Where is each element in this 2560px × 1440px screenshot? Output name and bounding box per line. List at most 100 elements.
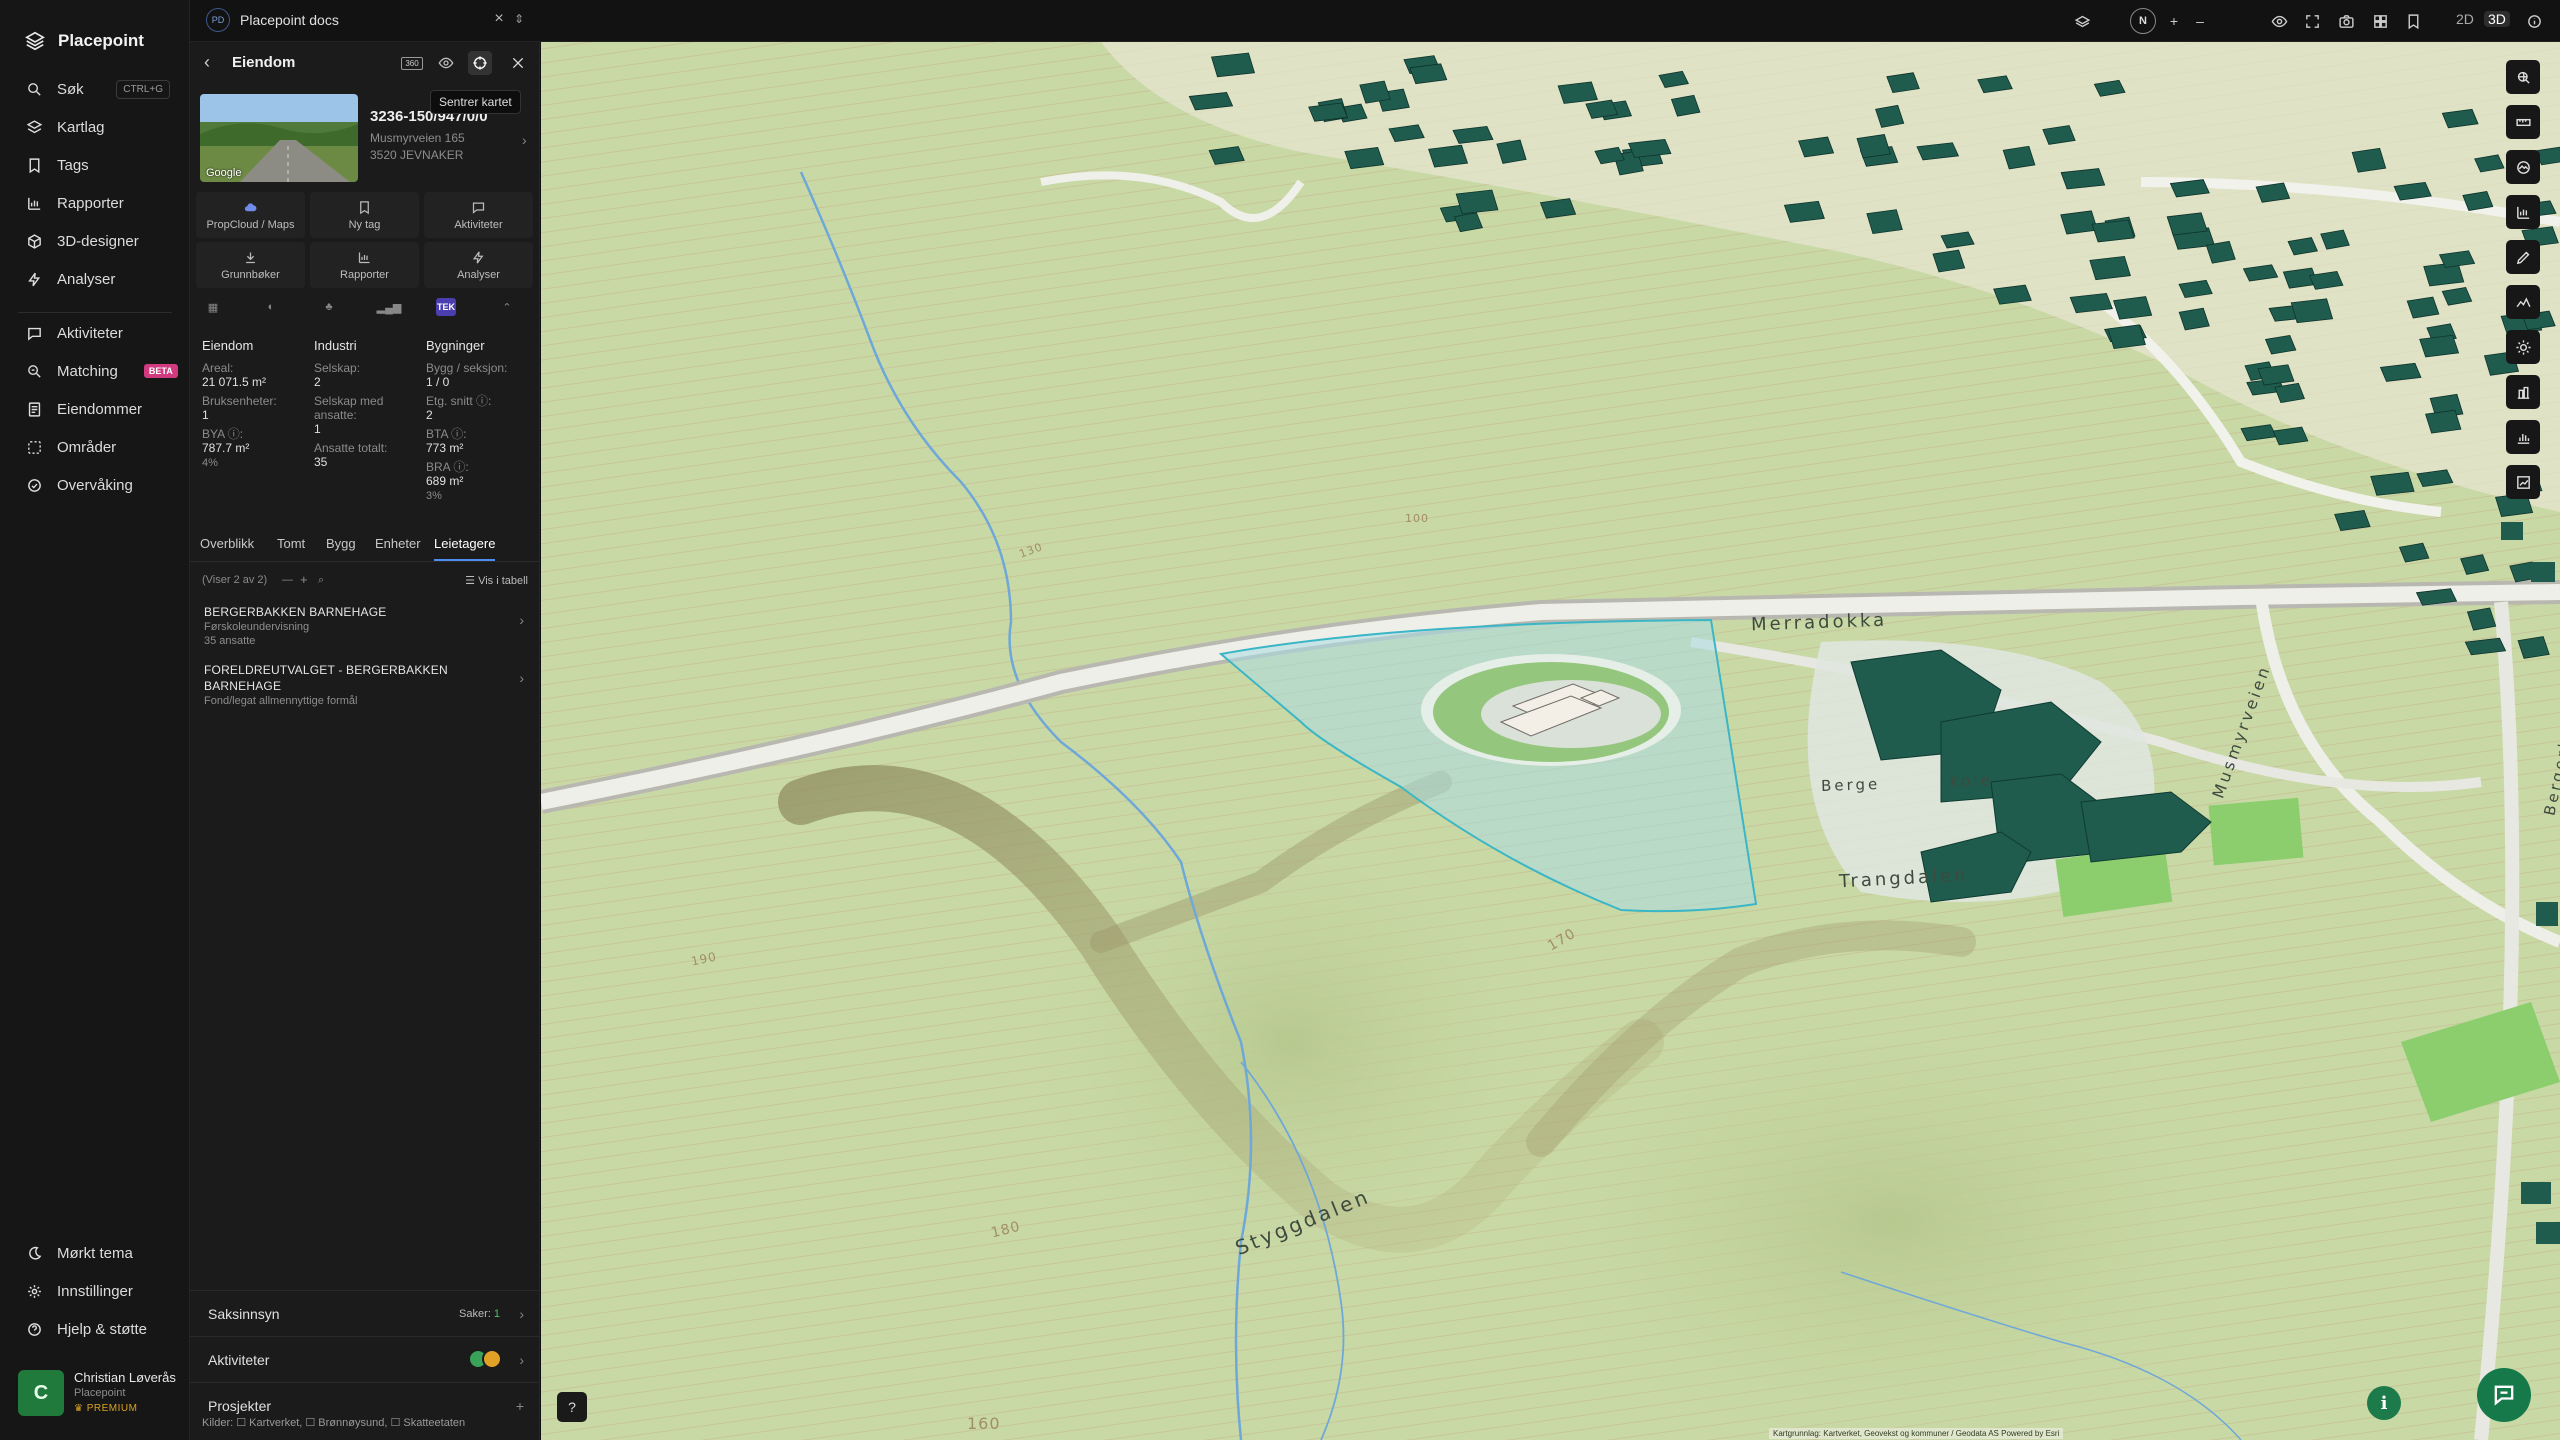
nav-item-layers[interactable]: Kartlag <box>0 110 190 144</box>
data-sources: Kilder: ☐ Kartverket, ☐ Brønnøysund, ☐ S… <box>202 1417 466 1429</box>
statistics-tool[interactable] <box>2506 420 2540 454</box>
tenant-row[interactable]: FORELDREUTVALGET - BERGERBAKKEN BARNEHAG… <box>196 656 534 714</box>
nav-item-help[interactable]: Hjelp & støtte <box>0 1312 190 1346</box>
brand[interactable]: Placepoint <box>0 0 189 62</box>
nav-item-activities[interactable]: Aktiviteter <box>0 316 190 350</box>
nav-label: 3D-designer <box>57 232 139 250</box>
workspace-badge[interactable]: PD <box>206 8 230 32</box>
terrain-tool[interactable] <box>2506 150 2540 184</box>
close-workspace-icon[interactable]: × <box>490 10 508 28</box>
land-registry-button[interactable]: Grunnbøker <box>196 242 305 288</box>
nav-item-settings[interactable]: Innstillinger <box>0 1274 190 1308</box>
chevron-updown-icon[interactable]: ⇕ <box>514 10 528 28</box>
close-panel-icon[interactable] <box>506 51 530 75</box>
panel-header: ‹ Eiendom 360 <box>190 42 540 82</box>
fullscreen-icon[interactable] <box>2301 10 2323 32</box>
show-table-toggle[interactable]: ☰ Vis i tabell <box>465 574 528 587</box>
statistics-icon[interactable]: ▂▄▆ <box>377 296 402 318</box>
industry-icon[interactable]: ♣ <box>318 296 340 318</box>
nav-item-search[interactable]: Søk CTRL+G <box>0 72 190 106</box>
nav-label: Områder <box>57 438 117 456</box>
back-arrow-icon[interactable]: ‹ <box>204 52 210 73</box>
nav-item-analyses[interactable]: Analyser <box>0 262 190 296</box>
visibility-eye-icon[interactable] <box>434 51 458 75</box>
stat-percent: 4% <box>202 457 218 469</box>
tek-badge[interactable]: TEK <box>436 298 456 316</box>
reports-button[interactable]: Rapporter <box>310 242 419 288</box>
view-2d-toggle[interactable]: 2D <box>2452 11 2478 27</box>
nav-item-monitoring[interactable]: Overvåking <box>0 468 190 502</box>
bookmark-icon[interactable] <box>2402 10 2424 32</box>
ruler-icon <box>2515 118 2531 126</box>
tab-units[interactable]: Enheter <box>375 536 421 559</box>
info-button[interactable]: i <box>2367 1386 2401 1420</box>
sun-shadow-tool[interactable] <box>2506 330 2540 364</box>
tab-plot[interactable]: Tomt <box>277 536 305 559</box>
add-icon[interactable]: + <box>300 572 308 587</box>
map-viewport[interactable]: Merradokka Musmyrveien Bergerbakkveien B… <box>541 42 2560 1440</box>
bar-chart-icon <box>358 252 370 263</box>
stat-label: BRA ⓘ: <box>426 460 469 474</box>
search-icon[interactable]: ⌕ <box>318 574 324 587</box>
environment-icon[interactable]: ◐ <box>260 296 282 318</box>
tenant-name: FORELDREUTVALGET - BERGERBAKKEN BARNEHAG… <box>204 663 448 693</box>
elevation-profile-icon <box>2516 296 2531 307</box>
chat-button[interactable] <box>2477 1368 2531 1422</box>
premium-badge: ♛ PREMIUM <box>74 1403 176 1414</box>
layers-stack-icon[interactable] <box>2071 10 2093 32</box>
camera-icon[interactable] <box>2335 10 2357 32</box>
user-profile[interactable]: C Christian Løverås Placepoint ♛ PREMIUM <box>18 1370 188 1422</box>
bookmark-icon <box>360 200 369 214</box>
nav-item-3d-designer[interactable]: 3D-designer <box>0 224 190 258</box>
compass-north-button[interactable]: N <box>2130 8 2156 34</box>
chevron-right-icon[interactable]: › <box>522 132 527 148</box>
help-button[interactable]: ? <box>557 1392 587 1422</box>
profile-tool[interactable] <box>2506 285 2540 319</box>
info-circle-icon[interactable] <box>2523 10 2545 32</box>
zoom-in-icon[interactable]: + <box>2163 10 2185 32</box>
action-label: Aktiviteter <box>454 218 503 231</box>
zoom-out-icon[interactable]: – <box>2189 10 2211 32</box>
measure-tool[interactable] <box>2506 105 2540 139</box>
avatar <box>482 1349 502 1369</box>
section-activities[interactable]: Aktiviteter › <box>190 1336 540 1382</box>
nav-item-areas[interactable]: Områder <box>0 430 190 464</box>
column-chart-icon <box>2517 433 2529 444</box>
tab-buildings[interactable]: Bygg <box>326 536 356 559</box>
action-label: Grunnbøker <box>221 268 280 281</box>
view-3d-toggle[interactable]: 3D <box>2484 11 2510 27</box>
nav-item-dark-theme[interactable]: Mørkt tema <box>0 1236 190 1270</box>
analyses-button[interactable]: Analyser <box>424 242 533 288</box>
nav-item-tags[interactable]: Tags <box>0 148 190 182</box>
chart-tool[interactable] <box>2506 195 2540 229</box>
add-project-button[interactable]: + <box>516 1398 524 1414</box>
more-icon[interactable]: ⌃ <box>496 296 518 318</box>
new-tag-button[interactable]: Ny tag <box>310 192 419 238</box>
eye-icon[interactable] <box>2268 10 2290 32</box>
building-data-icon[interactable]: ▦ <box>202 296 224 318</box>
collapse-icon[interactable]: — <box>282 574 293 586</box>
section-case-access[interactable]: Saksinnsyn Saker: 1 › <box>190 1290 540 1336</box>
tab-overview[interactable]: Overblikk <box>200 536 254 559</box>
tenant-row[interactable]: BERGERBAKKEN BARNEHAGE Førskoleundervisn… <box>196 598 534 654</box>
data-source-icons: ▦ ◐ ♣ ▂▄▆ TEK ⌃ <box>196 296 534 320</box>
height-tool[interactable] <box>2506 375 2540 409</box>
activities-button[interactable]: Aktiviteter <box>424 192 533 238</box>
nav-item-properties[interactable]: Eiendommer <box>0 392 190 426</box>
activity-avatars <box>468 1349 502 1369</box>
nav-item-reports[interactable]: Rapporter <box>0 186 190 220</box>
tab-tenants[interactable]: Leietagere <box>434 536 496 561</box>
view-360-button[interactable]: 360 <box>400 51 424 75</box>
draw-tool[interactable] <box>2506 240 2540 274</box>
grid-icon[interactable] <box>2369 10 2391 32</box>
street-view-photo[interactable]: Google <box>200 94 358 182</box>
stat-label: Bruksenheter: <box>202 394 277 408</box>
question-circle-icon <box>28 1322 41 1336</box>
center-map-button[interactable] <box>468 51 492 75</box>
nav-item-matching[interactable]: Matching BETA <box>0 354 190 388</box>
layer-search-tool[interactable] <box>2506 60 2540 94</box>
workspace-title[interactable]: Placepoint docs <box>240 12 339 28</box>
propcloud-maps-button[interactable]: PropCloud / Maps <box>196 192 305 238</box>
analysis-tool[interactable] <box>2506 465 2540 499</box>
address-street: Musmyrveien 165 <box>370 131 465 145</box>
